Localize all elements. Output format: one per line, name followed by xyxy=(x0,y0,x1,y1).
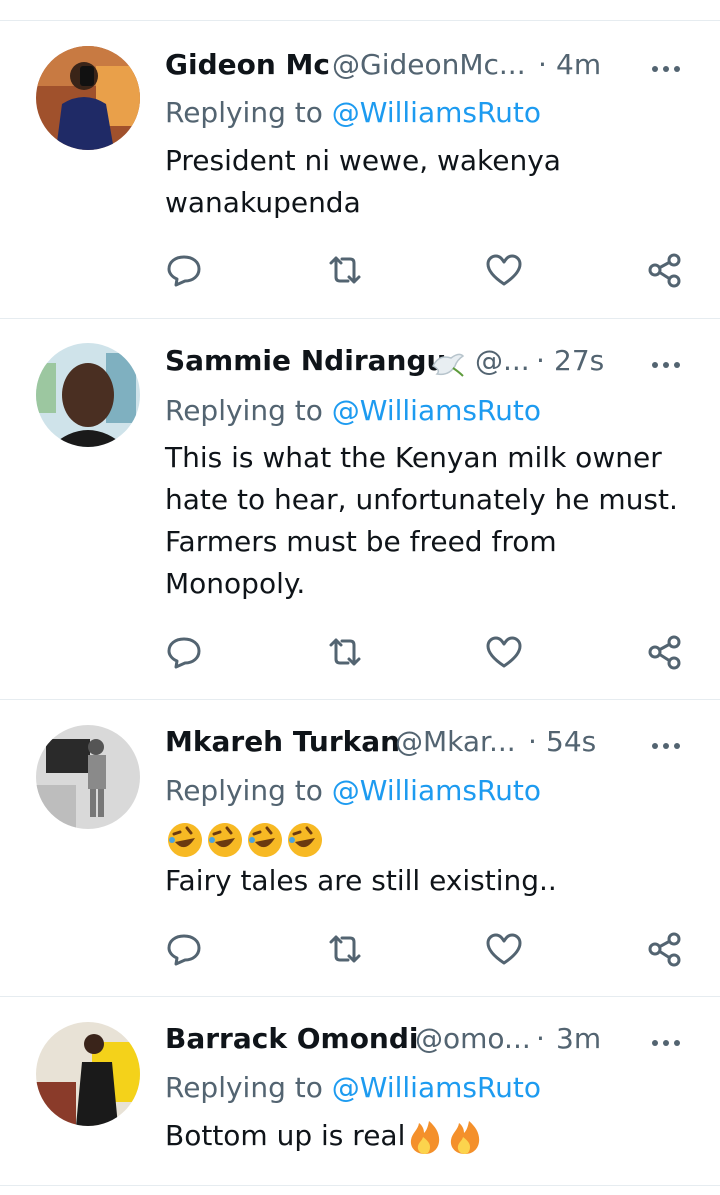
tweet-text: Fairy tales are still existing.. xyxy=(165,818,685,902)
tweet[interactable]: Gideon Mc @GideonMc... · 4m Replying to … xyxy=(0,0,720,320)
handle[interactable]: @GideonMc... xyxy=(332,48,526,81)
like-button[interactable] xyxy=(484,929,524,969)
text-line: This is what the Kenyan milk owner xyxy=(165,441,662,474)
separator-dot: · xyxy=(528,725,537,758)
avatar[interactable] xyxy=(36,1022,140,1126)
replying-to: Replying to @WilliamsRuto xyxy=(165,394,541,427)
mention-link[interactable]: @WilliamsRuto xyxy=(332,394,541,427)
like-button[interactable] xyxy=(484,250,524,290)
replying-to-prefix: Replying to xyxy=(165,394,323,427)
rolling-on-floor-laughing-emoji-icon xyxy=(288,823,322,857)
tweet-text: This is what the Kenyan milk owner hate … xyxy=(165,437,685,605)
display-name[interactable]: Gideon Mc xyxy=(165,48,330,81)
rolling-on-floor-laughing-emoji-icon xyxy=(208,823,242,857)
retweet-button[interactable] xyxy=(325,929,365,969)
share-button[interactable] xyxy=(645,250,685,290)
mention-link[interactable]: @WilliamsRuto xyxy=(332,774,541,807)
replying-to: Replying to @WilliamsRuto xyxy=(165,774,541,807)
retweet-arrows-icon xyxy=(329,638,361,666)
timestamp[interactable]: 4m xyxy=(556,48,601,81)
text-line: wanakupenda xyxy=(165,186,361,219)
avatar[interactable] xyxy=(36,725,140,829)
share-nodes-icon xyxy=(648,253,681,288)
reply-button[interactable] xyxy=(164,632,204,672)
tweet-divider xyxy=(0,318,720,319)
separator-dot: · xyxy=(536,1022,545,1055)
retweet-arrows-icon xyxy=(329,935,361,963)
text-line: Farmers must be freed from xyxy=(165,525,557,558)
more-horizontal-icon[interactable] xyxy=(650,725,682,765)
display-name[interactable]: Mkareh Turkan xyxy=(165,725,400,758)
share-nodes-icon xyxy=(648,932,681,967)
tweet-header: Gideon Mc @GideonMc... · 4m xyxy=(165,48,685,88)
tweet-text: President ni wewe, wakenya wanakupenda xyxy=(165,140,685,224)
separator-dot: · xyxy=(536,344,545,377)
replying-to-prefix: Replying to xyxy=(165,1071,323,1104)
tweet[interactable]: Mkareh Turkan @Mkar... · 54s Replying to… xyxy=(0,700,720,997)
rolling-on-floor-laughing-emoji-icon xyxy=(248,823,282,857)
share-nodes-icon xyxy=(648,635,681,670)
replying-to: Replying to @WilliamsRuto xyxy=(165,96,541,129)
replying-to-prefix: Replying to xyxy=(165,774,323,807)
handle[interactable]: @... xyxy=(475,344,530,377)
display-name[interactable]: Barrack Omondi xyxy=(165,1022,419,1055)
avatar[interactable] xyxy=(36,46,140,150)
heart-outline-icon xyxy=(486,254,522,286)
separator-dot: · xyxy=(538,48,547,81)
handle[interactable]: @omo... xyxy=(415,1022,531,1055)
reply-button[interactable] xyxy=(164,250,204,290)
tweet-header: Barrack Omondi @omo... · 3m xyxy=(165,1022,685,1062)
text-line: Fairy tales are still existing.. xyxy=(165,864,557,897)
mention-link[interactable]: @WilliamsRuto xyxy=(332,96,541,129)
tweet-header: Sammie Ndirangu @... · 27s xyxy=(165,344,685,384)
speech-bubble-icon xyxy=(167,934,201,966)
more-horizontal-icon[interactable] xyxy=(650,344,682,384)
display-name[interactable]: Sammie Ndirangu xyxy=(165,344,446,377)
reply-button[interactable] xyxy=(164,929,204,969)
fire-emoji-icon xyxy=(451,1121,480,1154)
retweet-button[interactable] xyxy=(325,632,365,672)
tweet[interactable]: Sammie Ndirangu @... · 27s Replying to @… xyxy=(0,320,720,700)
retweet-button[interactable] xyxy=(325,250,365,290)
text-line: hate to hear, unfortunately he must. xyxy=(165,483,678,516)
like-button[interactable] xyxy=(484,632,524,672)
handle[interactable]: @Mkar... xyxy=(395,725,516,758)
text-line: Bottom up is real xyxy=(165,1119,406,1152)
avatar[interactable] xyxy=(36,343,140,447)
rolling-on-floor-laughing-emoji-icon xyxy=(168,823,202,857)
tweet[interactable]: Barrack Omondi @omo... · 3m Replying to … xyxy=(0,997,720,1195)
heart-outline-icon xyxy=(486,933,522,965)
text-line: Monopoly. xyxy=(165,567,306,600)
fire-emoji-icon xyxy=(411,1121,440,1154)
share-button[interactable] xyxy=(645,929,685,969)
timestamp[interactable]: 27s xyxy=(554,344,604,377)
tweet-text: Bottom up is real xyxy=(165,1115,685,1157)
tweet-header: Mkareh Turkan @Mkar... · 54s xyxy=(165,725,685,765)
speech-bubble-icon xyxy=(167,255,201,287)
reply-feed: Gideon Mc @GideonMc... · 4m Replying to … xyxy=(0,0,720,1195)
speech-bubble-icon xyxy=(167,637,201,669)
timestamp[interactable]: 54s xyxy=(546,725,596,758)
emoji-row xyxy=(165,818,685,860)
more-horizontal-icon[interactable] xyxy=(650,48,682,88)
dove-emoji-icon xyxy=(429,348,465,387)
share-button[interactable] xyxy=(645,632,685,672)
tweet-divider xyxy=(0,1185,720,1186)
replying-to-prefix: Replying to xyxy=(165,96,323,129)
mention-link[interactable]: @WilliamsRuto xyxy=(332,1071,541,1104)
more-horizontal-icon[interactable] xyxy=(650,1022,682,1062)
text-line: President ni wewe, wakenya xyxy=(165,144,561,177)
replying-to: Replying to @WilliamsRuto xyxy=(165,1071,541,1104)
heart-outline-icon xyxy=(486,636,522,668)
retweet-arrows-icon xyxy=(329,256,361,284)
timestamp[interactable]: 3m xyxy=(556,1022,601,1055)
